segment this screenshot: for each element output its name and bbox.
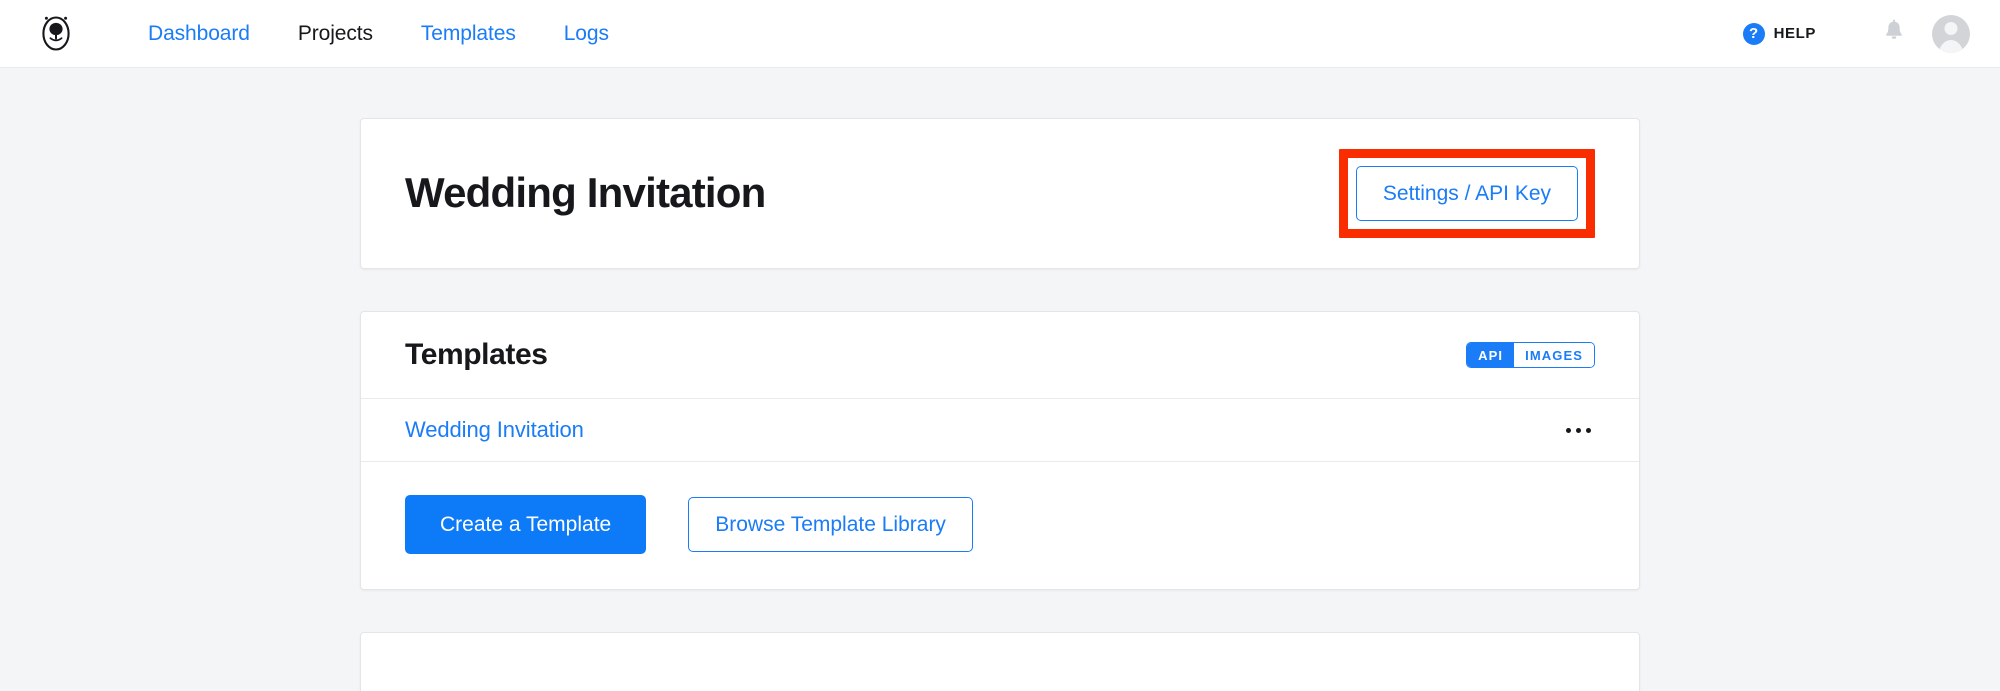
brand-logo-link[interactable] xyxy=(34,12,78,56)
create-template-button[interactable]: Create a Template xyxy=(405,495,647,554)
template-action-row: Create a Template Browse Template Librar… xyxy=(361,462,1639,589)
help-label: HELP xyxy=(1773,25,1816,42)
template-list-item: Wedding Invitation xyxy=(361,399,1639,462)
nav-item-dashboard[interactable]: Dashboard xyxy=(124,23,274,44)
question-mark-circle-icon: ? xyxy=(1742,22,1765,45)
nav-right-group: ? HELP xyxy=(1742,14,1970,54)
nav-item-logs[interactable]: Logs xyxy=(540,23,633,44)
ellipsis-icon[interactable] xyxy=(1562,422,1595,439)
toggle-option-images[interactable]: IMAGES xyxy=(1514,343,1594,367)
top-navigation-bar: Dashboard Projects Templates Logs ? HELP xyxy=(0,0,2000,68)
ellipsis-dot xyxy=(1576,427,1581,433)
avatar-body-shape xyxy=(1938,39,1964,53)
main-nav-links: Dashboard Projects Templates Logs xyxy=(124,23,633,44)
api-images-toggle[interactable]: API IMAGES xyxy=(1466,342,1595,368)
templates-card: Templates API IMAGES Wedding Invitation … xyxy=(360,311,1640,590)
help-button[interactable]: ? HELP xyxy=(1742,22,1816,45)
notifications-button[interactable] xyxy=(1874,14,1914,54)
project-header-card: Wedding Invitation Settings / API Key xyxy=(360,118,1640,269)
templates-card-header: Templates API IMAGES xyxy=(361,312,1639,399)
page-title: Wedding Invitation xyxy=(405,169,766,217)
nav-item-templates[interactable]: Templates xyxy=(397,23,540,44)
user-avatar-button[interactable] xyxy=(1932,14,1970,53)
project-title-row: Wedding Invitation Settings / API Key xyxy=(361,119,1639,268)
settings-highlight-box: Settings / API Key xyxy=(1338,149,1595,238)
ellipsis-dot xyxy=(1566,427,1571,433)
browse-template-library-button[interactable]: Browse Template Library xyxy=(688,497,973,552)
notification-bell-icon xyxy=(1883,19,1905,48)
template-link-wedding-invitation[interactable]: Wedding Invitation xyxy=(405,417,584,443)
avatar-head-shape xyxy=(1944,21,1958,35)
settings-api-key-button[interactable]: Settings / API Key xyxy=(1355,166,1578,221)
nav-item-projects[interactable]: Projects xyxy=(274,23,397,44)
templates-heading: Templates xyxy=(405,338,548,371)
next-section-card xyxy=(360,632,1640,691)
toggle-option-api[interactable]: API xyxy=(1467,343,1515,367)
page-content: Wedding Invitation Settings / API Key Te… xyxy=(0,68,2000,691)
content-container: Wedding Invitation Settings / API Key Te… xyxy=(360,68,1640,691)
ellipsis-dot xyxy=(1586,427,1591,433)
bannerbear-egg-logo-icon xyxy=(39,11,73,56)
